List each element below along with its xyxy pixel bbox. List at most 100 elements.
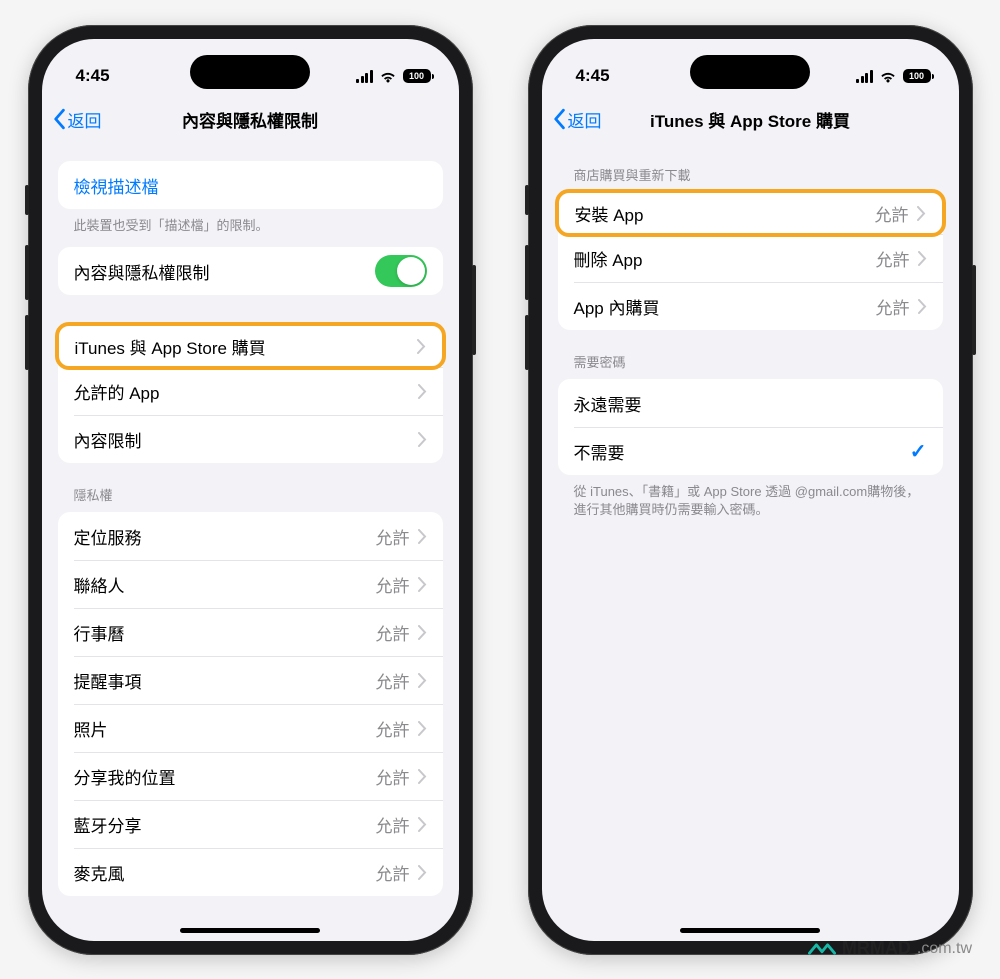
store-row[interactable]: 刪除 App 允許	[558, 234, 943, 282]
page-title: iTunes 與 App Store 購買	[542, 107, 959, 132]
chevron-right-icon	[418, 529, 427, 544]
row-value: 允許	[875, 201, 909, 226]
watermark-domain: .com.tw	[917, 940, 972, 958]
privacy-row[interactable]: 聯絡人 允許	[58, 560, 443, 608]
profile-footer: 此裝置也受到「描述檔」的限制。	[58, 209, 443, 235]
content-restrict-row[interactable]: 內容限制	[58, 415, 443, 463]
row-label: 不需要	[574, 439, 625, 464]
chevron-right-icon	[417, 339, 426, 354]
chevron-right-icon	[418, 817, 427, 832]
chevron-right-icon	[918, 299, 927, 314]
row-value: 允許	[376, 764, 410, 789]
row-value: 允許	[876, 294, 910, 319]
row-label: App 內購買	[574, 294, 660, 319]
row-label: iTunes 與 App Store 購買	[75, 334, 266, 359]
battery-icon: 100	[903, 69, 931, 83]
row-label: 照片	[74, 716, 108, 741]
privacy-row[interactable]: 藍牙分享 允許	[58, 800, 443, 848]
itunes-appstore-row[interactable]: iTunes 與 App Store 購買	[55, 322, 446, 370]
chevron-right-icon	[418, 769, 427, 784]
wifi-icon	[379, 70, 397, 83]
chevron-right-icon	[917, 206, 926, 221]
row-value: 允許	[376, 860, 410, 885]
view-profile-row[interactable]: 檢視描述檔	[58, 161, 443, 209]
row-label: 內容限制	[74, 427, 142, 452]
allowed-apps-row[interactable]: 允許的 App	[58, 367, 443, 415]
home-indicator[interactable]	[180, 928, 320, 933]
row-value: 允許	[376, 572, 410, 597]
chevron-right-icon	[918, 251, 927, 266]
content-privacy-toggle-row[interactable]: 內容與隱私權限制	[58, 247, 443, 295]
phone-right: 4:45 100 返回 iTunes 與 App Store 購買 商店購買與重…	[528, 25, 973, 955]
chevron-right-icon	[418, 384, 427, 399]
row-value: 允許	[876, 246, 910, 271]
toggle-label: 內容與隱私權限制	[74, 259, 210, 284]
row-label: 刪除 App	[574, 246, 643, 271]
chevron-right-icon	[418, 865, 427, 880]
privacy-row[interactable]: 提醒事項 允許	[58, 656, 443, 704]
privacy-row[interactable]: 行事曆 允許	[58, 608, 443, 656]
row-value: 允許	[376, 812, 410, 837]
profile-group: 檢視描述檔	[58, 161, 443, 209]
signal-icon	[856, 70, 873, 83]
always-require-row[interactable]: 永遠需要	[558, 379, 943, 427]
nav-bar: 返回 iTunes 與 App Store 購買	[542, 95, 959, 143]
home-indicator[interactable]	[680, 928, 820, 933]
section2-header: 需要密碼	[558, 330, 943, 379]
privacy-row[interactable]: 照片 允許	[58, 704, 443, 752]
password-group: 永遠需要 不需要 ✓	[558, 379, 943, 475]
row-label: 安裝 App	[575, 201, 644, 226]
chevron-right-icon	[418, 432, 427, 447]
store-row[interactable]: 安裝 App 允許	[555, 189, 946, 237]
privacy-group: 定位服務允許聯絡人允許行事曆允許提醒事項允許照片允許分享我的位置允許藍牙分享允許…	[58, 512, 443, 896]
row-value: 允許	[376, 524, 410, 549]
row-label: 定位服務	[74, 524, 142, 549]
row-label: 提醒事項	[74, 668, 142, 693]
password-footer: 從 iTunes、「書籍」或 App Store 透過 @gmail.com購物…	[558, 475, 943, 519]
status-time: 4:45	[576, 66, 610, 86]
dynamic-island	[690, 55, 810, 89]
status-time: 4:45	[76, 66, 110, 86]
battery-icon: 100	[403, 69, 431, 83]
privacy-row[interactable]: 定位服務 允許	[58, 512, 443, 560]
privacy-row[interactable]: 分享我的位置 允許	[58, 752, 443, 800]
row-label: 行事曆	[74, 620, 125, 645]
row-value: 允許	[376, 620, 410, 645]
row-value: 允許	[376, 716, 410, 741]
privacy-header: 隱私權	[58, 463, 443, 512]
chevron-right-icon	[418, 721, 427, 736]
back-label: 返回	[68, 107, 102, 132]
back-button[interactable]: 返回	[52, 107, 102, 132]
store-purchase-group: 安裝 App允許刪除 App允許App 內購買允許	[558, 189, 943, 330]
not-require-row[interactable]: 不需要 ✓	[558, 427, 943, 475]
row-value: 允許	[376, 668, 410, 693]
back-button[interactable]: 返回	[552, 107, 602, 132]
chevron-right-icon	[418, 577, 427, 592]
dynamic-island	[190, 55, 310, 89]
chevron-left-icon	[52, 108, 66, 130]
watermark: MRMAD .com.tw	[808, 938, 972, 959]
chevron-left-icon	[552, 108, 566, 130]
back-label: 返回	[568, 107, 602, 132]
toggle-switch[interactable]	[375, 255, 427, 287]
privacy-row[interactable]: 麥克風 允許	[58, 848, 443, 896]
toggle-group: 內容與隱私權限制	[58, 247, 443, 295]
phone-left: 4:45 100 返回 內容與隱私權限制 檢視描述檔 此裝置也受到	[28, 25, 473, 955]
chevron-right-icon	[418, 625, 427, 640]
row-label: 麥克風	[74, 860, 125, 885]
section1-header: 商店購買與重新下載	[558, 143, 943, 192]
nav-bar: 返回 內容與隱私權限制	[42, 95, 459, 143]
row-label: 聯絡人	[74, 572, 125, 597]
row-label: 永遠需要	[574, 391, 642, 416]
logo-icon	[808, 939, 836, 959]
row-label: 分享我的位置	[74, 764, 176, 789]
store-row[interactable]: App 內購買 允許	[558, 282, 943, 330]
signal-icon	[356, 70, 373, 83]
chevron-right-icon	[418, 673, 427, 688]
row-label: 藍牙分享	[74, 812, 142, 837]
purchase-group: iTunes 與 App Store 購買 允許的 App 內容限制	[58, 322, 443, 463]
page-title: 內容與隱私權限制	[42, 107, 459, 132]
view-profile-label: 檢視描述檔	[74, 173, 159, 198]
watermark-brand: MRMAD	[842, 938, 911, 959]
wifi-icon	[879, 70, 897, 83]
